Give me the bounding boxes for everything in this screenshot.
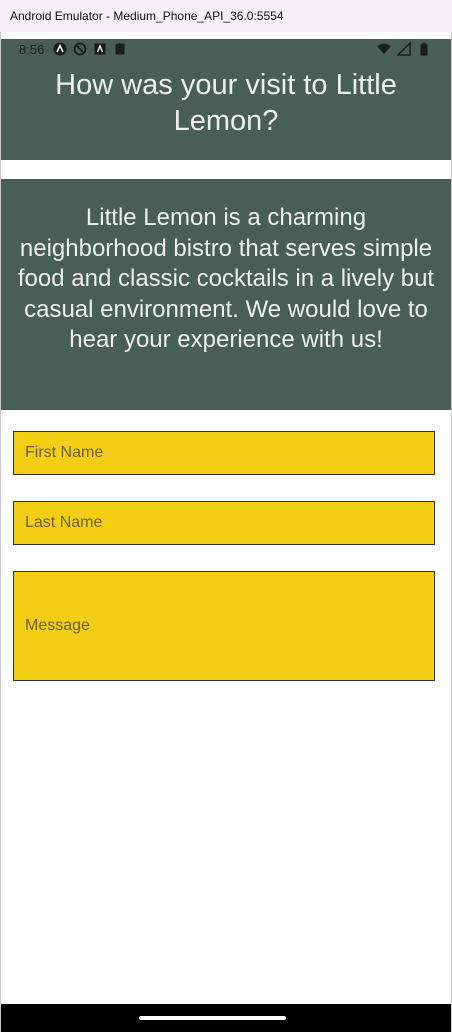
status-icons-right xyxy=(377,42,431,56)
signal-icon xyxy=(397,42,411,56)
window-title-bar: Android Emulator - Medium_Phone_API_36.0… xyxy=(0,0,452,32)
header: 8:56 How was your visit to Little Lemon? xyxy=(1,39,451,160)
status-bar: 8:56 xyxy=(1,39,451,61)
home-gesture-handle[interactable] xyxy=(139,1016,286,1020)
message-placeholder: Message xyxy=(25,617,90,634)
description-section: Little Lemon is a charming neighborhood … xyxy=(1,179,451,410)
app-notification-icon xyxy=(53,42,67,56)
first-name-input[interactable]: First Name xyxy=(13,431,435,475)
last-name-placeholder: Last Name xyxy=(25,514,103,531)
battery-icon xyxy=(420,42,428,56)
phone-screen: 8:56 How was your visit to Little Lemon?… xyxy=(1,32,451,1032)
sd-card-icon xyxy=(115,43,125,55)
status-icons-left xyxy=(53,42,127,56)
shield-icon xyxy=(73,42,87,56)
last-name-input[interactable]: Last Name xyxy=(13,501,435,545)
window-title: Android Emulator - Medium_Phone_API_36.0… xyxy=(10,9,284,23)
status-time: 8:56 xyxy=(19,42,45,57)
wifi-icon xyxy=(377,43,391,54)
text-icon xyxy=(94,43,106,55)
page-title: How was your visit to Little Lemon? xyxy=(55,69,397,137)
description-text: Little Lemon is a charming neighborhood … xyxy=(17,204,435,353)
spacer xyxy=(1,160,451,179)
navigation-bar xyxy=(1,1004,451,1032)
first-name-placeholder: First Name xyxy=(25,444,104,461)
top-strip xyxy=(1,32,451,39)
message-input[interactable]: Message xyxy=(13,571,435,681)
